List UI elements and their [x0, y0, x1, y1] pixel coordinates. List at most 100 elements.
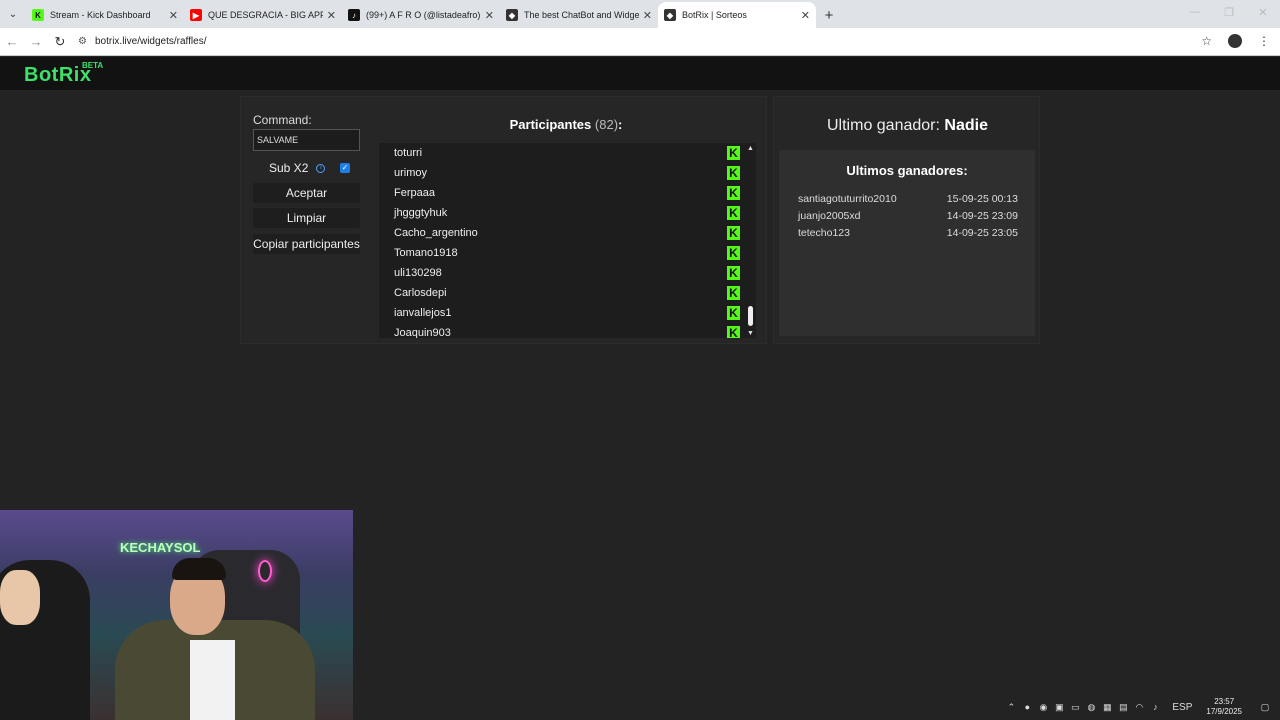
accept-button[interactable]: Aceptar [253, 183, 360, 203]
participant-row: Cacho_argentino K [379, 223, 756, 243]
tab-title: BotRix | Sorteos [682, 10, 747, 20]
tab-0[interactable]: K Stream - Kick Dashboard ✕ [26, 2, 184, 28]
new-tab-button[interactable]: + [816, 2, 842, 28]
clear-button[interactable]: Limpiar [253, 208, 360, 228]
scroll-up-icon[interactable]: ▲ [747, 145, 754, 152]
sub-x2-checkbox[interactable]: ✓ [340, 163, 350, 173]
tab-title: QUE DESGRACIA - BIG APPLE ( [208, 10, 323, 20]
streamer-2-shirt [190, 640, 235, 720]
capture-icon[interactable]: ▣ [1054, 702, 1064, 712]
raffle-panel: Command: Sub X2 i ✓ Aceptar Limpiar Copi… [240, 96, 767, 344]
participants-count: (82) [594, 117, 619, 132]
display-icon[interactable]: ▭ [1070, 702, 1080, 712]
url-field[interactable]: ⚙ botrix.live/widgets/raffles/ [78, 36, 207, 47]
volume-icon[interactable]: ♪ [1150, 702, 1160, 712]
tab-close-icon[interactable]: ✕ [643, 9, 652, 22]
last-winner-name: Nadie [944, 117, 988, 134]
kick-icon: K [727, 286, 740, 300]
notifications-icon[interactable]: ▢ [1260, 702, 1270, 712]
sub-x2-row: Sub X2 i [269, 161, 326, 175]
participant-row: Tomano1918 K [379, 243, 756, 263]
discord-icon[interactable]: ◉ [1038, 702, 1048, 712]
forward-icon[interactable]: → [24, 34, 48, 49]
scroll-thumb[interactable] [748, 306, 753, 326]
botrix-icon: ◆ [506, 9, 518, 21]
streamer-2-hair [172, 558, 226, 580]
tab-search-dropdown[interactable]: ⌄ [0, 0, 26, 28]
scroll-down-icon[interactable]: ▼ [747, 330, 754, 337]
menu-kebab-icon[interactable]: ⋮ [1258, 34, 1270, 48]
beta-badge: BETA [82, 61, 104, 70]
kick-icon: K [727, 146, 740, 160]
tab-3[interactable]: ◆ The best ChatBot and Widgets ✕ [500, 2, 658, 28]
clock[interactable]: 23:57 17/9/2025 [1206, 697, 1242, 717]
participant-row: Ferpaaa K [379, 183, 756, 203]
participant-name: toturri [394, 147, 423, 159]
back-icon[interactable]: ← [0, 34, 24, 49]
pink-neon-light [258, 560, 272, 582]
window-controls: — ❐ ✕ [1178, 6, 1280, 19]
info-icon[interactable]: i [316, 163, 326, 173]
participants-scrollbar[interactable]: ▲ ▼ [746, 143, 756, 338]
participant-row: urimoy K [379, 163, 756, 183]
tab-strip: K Stream - Kick Dashboard ✕ ▶ QUE DESGRACIA … [26, 2, 816, 28]
kick-icon: K [727, 306, 740, 320]
winner-history-row: tetecho123 14-09-25 23:05 [798, 227, 1018, 239]
address-bar: ← → ↻ ⚙ botrix.live/widgets/raffles/ ☆ ⋮ [0, 28, 1280, 56]
url-text[interactable]: botrix.live/widgets/raffles/ [95, 36, 207, 47]
minimize-icon[interactable]: — [1178, 6, 1212, 19]
participant-name: ianvallejos1 [394, 307, 452, 319]
wifi-icon[interactable]: ◠ [1134, 702, 1144, 712]
tab-close-icon[interactable]: ✕ [801, 9, 810, 22]
close-window-icon[interactable]: ✕ [1246, 6, 1280, 19]
winner-history-name: santiagotuturrito2010 [798, 193, 897, 205]
participant-name: Carlosdepi [394, 287, 447, 299]
restore-icon[interactable]: ❐ [1212, 6, 1246, 19]
kick-icon: K [727, 166, 740, 180]
tab-title: Stream - Kick Dashboard [50, 10, 151, 20]
participants-list[interactable]: toturri Kurimoy K Ferpaaa Kjhgggtyhuk K Cacho_… [379, 143, 756, 338]
participant-row: Carlosdepi K [379, 283, 756, 303]
participants-rows: toturri Kurimoy K Ferpaaa Kjhgggtyhuk K Cacho_… [379, 143, 756, 338]
clock-time: 23:57 [1214, 697, 1235, 706]
participant-row: Joaquin903 K [379, 323, 756, 338]
app-icon[interactable]: ▦ [1102, 702, 1112, 712]
bookmark-star-icon[interactable]: ☆ [1201, 34, 1212, 48]
tab-title: (99+) A F R O (@listadeafro) | T [366, 10, 481, 20]
botrix-icon: ◆ [664, 9, 676, 21]
streamer-1-face [0, 570, 40, 625]
participants-colon: : [618, 117, 623, 132]
neon-sign: KECHAYSOL [120, 540, 201, 555]
chevron-up-icon[interactable]: ⌃ [1006, 702, 1016, 712]
tab-close-icon[interactable]: ✕ [327, 9, 336, 22]
tab-close-icon[interactable]: ✕ [169, 9, 178, 22]
participant-name: uli130298 [394, 267, 442, 279]
site-info-icon[interactable]: ⚙ [78, 36, 87, 47]
sub-x2-label: Sub X2 [269, 161, 309, 175]
winner-history-row: santiagotuturrito2010 15-09-25 00:13 [798, 193, 1018, 205]
address-actions: ☆ ⋮ [1201, 34, 1270, 48]
tab-4[interactable]: ◆ BotRix | Sorteos ✕ [658, 2, 816, 28]
kick-icon: K [727, 186, 740, 200]
kick-icon: K [727, 206, 740, 220]
language-indicator[interactable]: ESP [1172, 702, 1192, 713]
tab-1[interactable]: ▶ QUE DESGRACIA - BIG APPLE (✕ [184, 2, 342, 28]
last-winner-label: Ultimo ganador: [827, 117, 940, 134]
winner-panel: Ultimo ganador: Nadie Ultimos ganadores:… [773, 96, 1040, 344]
command-input[interactable] [253, 129, 360, 151]
webcam-overlay: KECHAYSOL [0, 510, 353, 720]
tab-title: The best ChatBot and Widgets [524, 10, 639, 20]
steam-icon[interactable]: ◍ [1086, 702, 1096, 712]
tiktok-icon: ♪ [348, 9, 360, 21]
kick-icon: K [727, 266, 740, 280]
tab-close-icon[interactable]: ✕ [485, 9, 494, 22]
profile-avatar-icon[interactable] [1228, 34, 1242, 48]
microphone-icon[interactable]: ● [1022, 702, 1032, 712]
network-icon[interactable]: ▤ [1118, 702, 1128, 712]
copy-participants-button[interactable]: Copiar participantes [253, 234, 360, 254]
tab-2[interactable]: ♪ (99+) A F R O (@listadeafro) | T ✕ [342, 2, 500, 28]
participant-name: Cacho_argentino [394, 227, 478, 239]
participant-row: toturri K [379, 143, 756, 163]
reload-icon[interactable]: ↻ [48, 34, 72, 50]
kick-icon: K [727, 246, 740, 260]
